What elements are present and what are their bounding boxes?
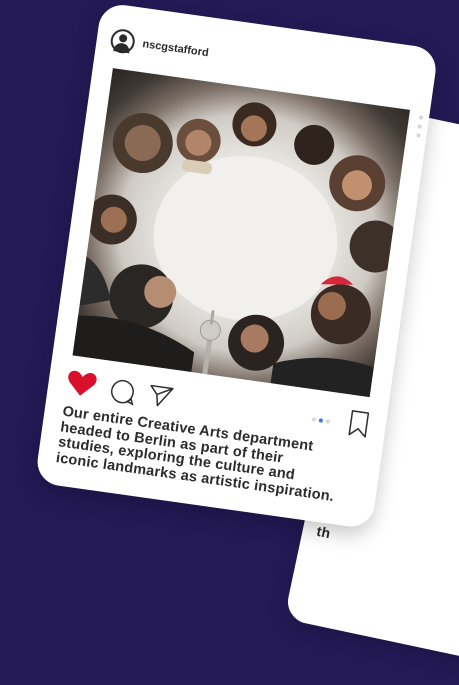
post-header: nscgstafford (109, 27, 210, 65)
carousel-dot (311, 417, 317, 422)
group-photo-illustration (72, 102, 402, 398)
post-username[interactable]: nscgstafford (142, 38, 210, 59)
save-icon[interactable] (346, 408, 372, 439)
more-icon[interactable] (416, 115, 424, 138)
instagram-post-card: nscgstafford Our entire Creative Arts de… (34, 2, 439, 530)
carousel-indicator (311, 417, 331, 424)
post-photo[interactable] (72, 68, 410, 398)
comment-icon[interactable] (108, 377, 137, 406)
carousel-dot (325, 419, 331, 424)
avatar-icon[interactable] (109, 27, 137, 55)
carousel-dot-active (318, 418, 324, 423)
tv-tower (199, 310, 221, 375)
heart-icon[interactable] (65, 369, 98, 399)
share-icon[interactable] (146, 382, 175, 409)
